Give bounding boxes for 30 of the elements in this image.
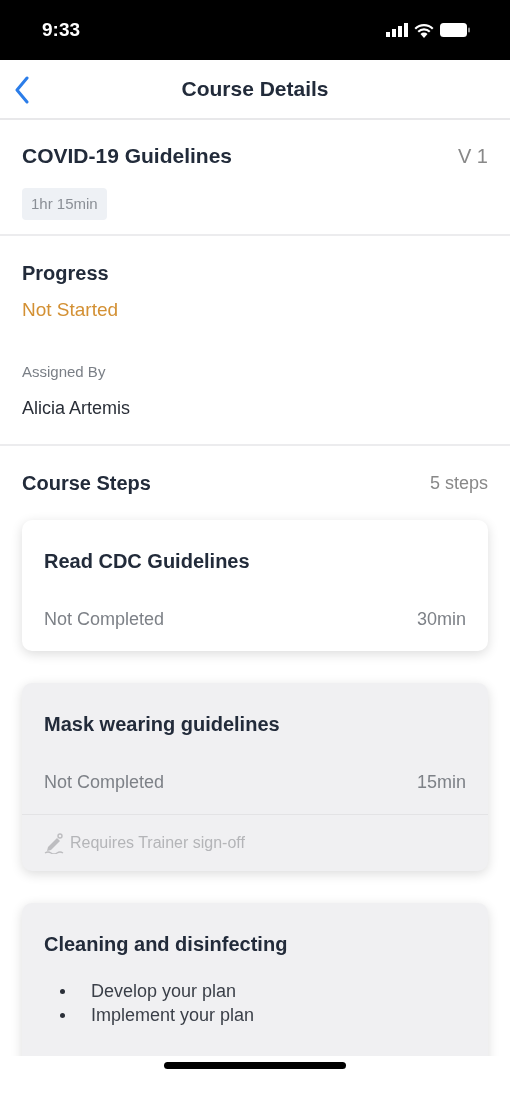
bullet-icon [60, 988, 65, 994]
step-duration: 30min [416, 608, 466, 631]
step-card[interactable]: Mask wearing guidelines Not Completed 15min Requires Trainer sign-off [22, 683, 488, 871]
duration-tag: 1hr 15min [22, 187, 107, 220]
bullet-icon [60, 1012, 65, 1018]
bullet-text: Implement your plan [91, 1004, 255, 1027]
assigned-name: Alicia Artemis [22, 397, 132, 420]
step-status: Not Completed [44, 771, 165, 794]
version-label: V 1 [457, 143, 488, 169]
step-duration: 15min [416, 771, 466, 794]
wifi-icon [414, 22, 434, 38]
screen-title: Course Details [181, 76, 329, 103]
section-title: Course Steps [22, 471, 151, 496]
step-title: Cleaning and disinfecting [44, 932, 289, 957]
step-title: Mask wearing guidelines [44, 712, 281, 737]
bullet-text: Develop your plan [91, 980, 237, 1003]
battery-icon [440, 23, 470, 37]
signal-icon [386, 23, 408, 37]
signoff-note: Requires Trainer sign-off [70, 833, 245, 853]
progress-label: Progress [22, 261, 110, 286]
step-count: 5 steps [429, 471, 488, 495]
status-time: 9:33 [42, 17, 81, 42]
step-status: Not Completed [44, 608, 165, 631]
step-card[interactable]: Cleaning and disinfecting Develop your plan Implement your plan [22, 903, 488, 1056]
step-title: Read CDC Guidelines [44, 549, 251, 574]
progress-status: Not Started [22, 298, 120, 322]
step-card[interactable]: Read CDC Guidelines Not Completed 30min [22, 520, 488, 651]
course-title: COVID-19 Guidelines [22, 143, 233, 169]
assigned-label: Assigned By [22, 361, 107, 382]
signature-pen-icon [44, 832, 66, 854]
